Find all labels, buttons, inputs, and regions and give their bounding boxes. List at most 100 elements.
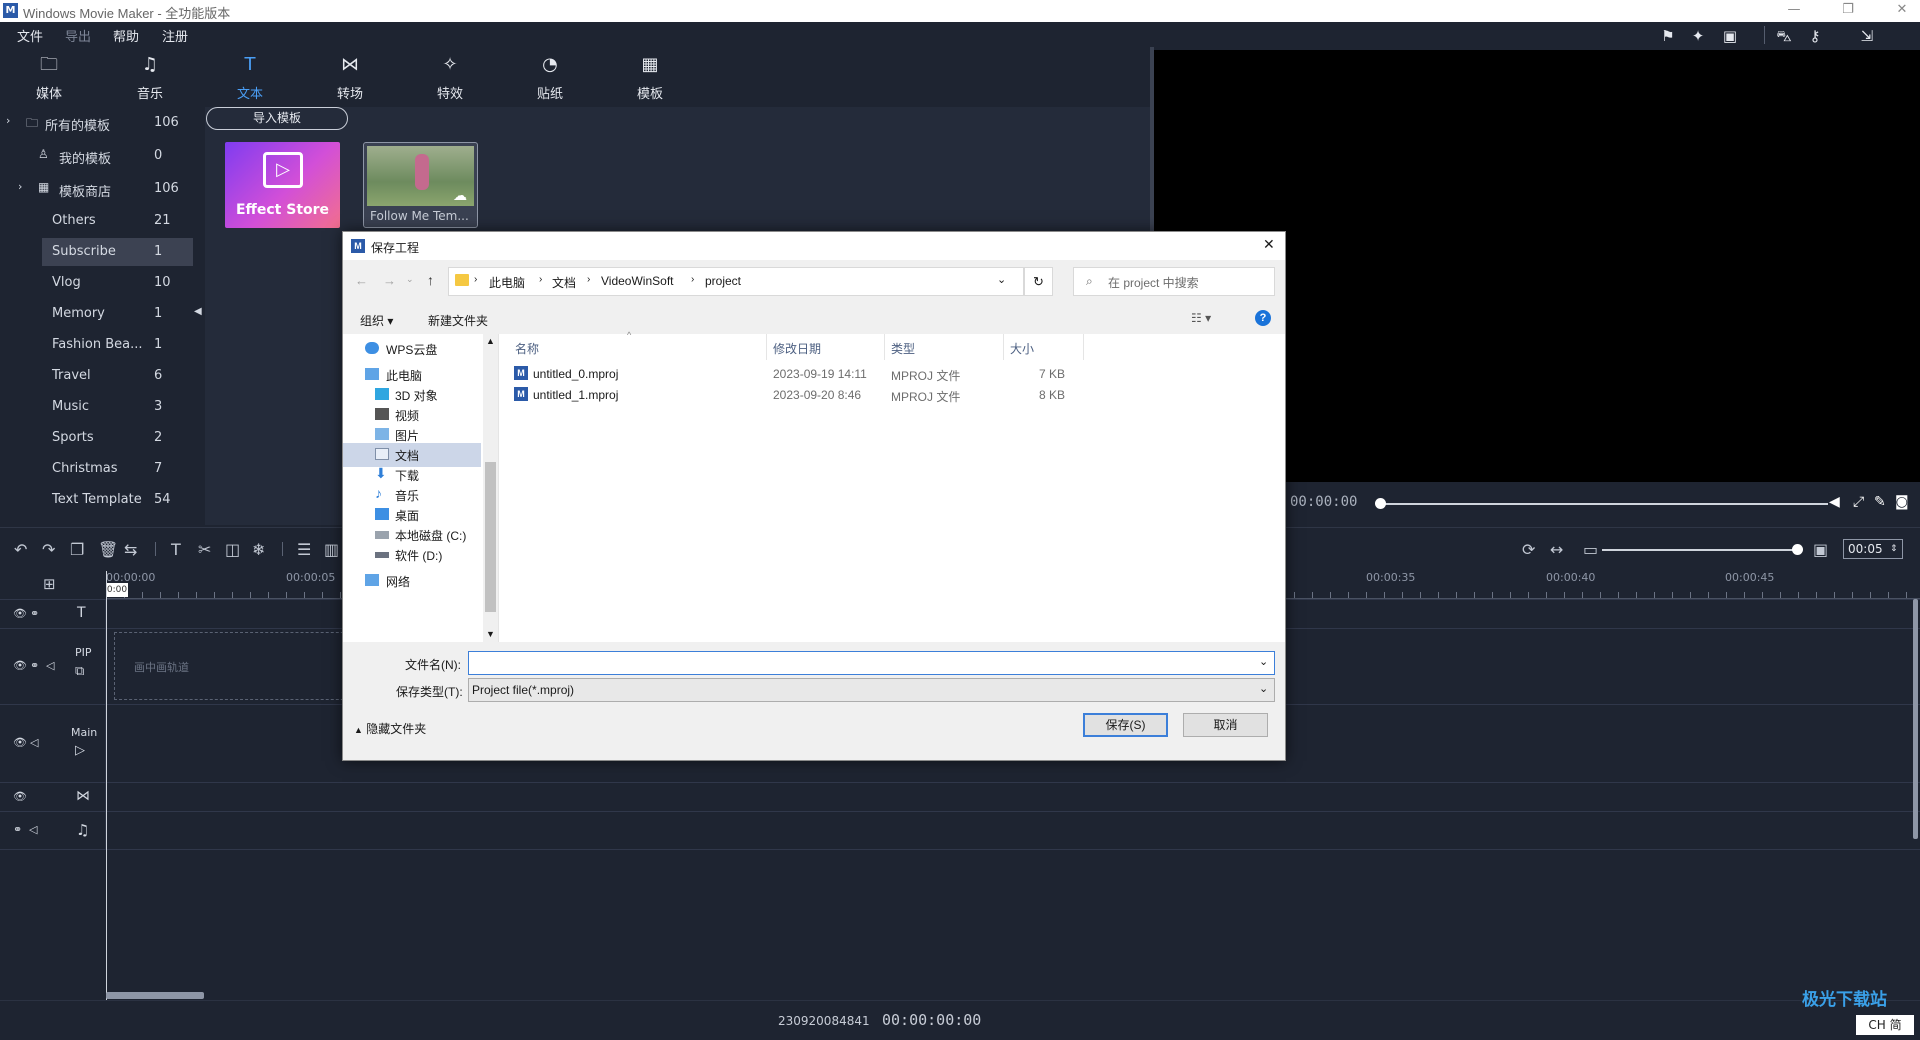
brush-icon[interactable]: ✎ — [1874, 494, 1886, 510]
delete-icon[interactable]: 🗑 — [98, 540, 118, 559]
nav-item-wps-cloud[interactable]: WPS云盘 — [343, 337, 481, 361]
snapshot-icon[interactable]: ◙ — [1895, 494, 1909, 510]
fullscreen-icon[interactable]: ⤢ — [1853, 494, 1864, 510]
speaker-icon[interactable]: ◁ — [30, 736, 38, 749]
dialog-close-button[interactable]: ✕ — [1263, 236, 1275, 253]
sidebar-item-text-template[interactable]: Text Template 54 — [0, 486, 205, 514]
menu-register[interactable]: 注册 — [162, 26, 188, 45]
hide-folders-toggle[interactable]: ▲ 隐藏文件夹 — [354, 720, 426, 737]
sidebar-item-others[interactable]: Others 21 — [0, 207, 205, 235]
scroll-thumb[interactable] — [485, 462, 496, 612]
forward-arrow-icon[interactable]: → — [383, 273, 396, 288]
tab-music[interactable]: ♫ 音乐 — [115, 47, 185, 107]
cancel-button[interactable]: 取消 — [1183, 713, 1268, 737]
template-card-follow-me[interactable]: ☁ Follow Me Tem... — [363, 142, 478, 228]
key-icon[interactable]: ⚷ — [1805, 27, 1825, 45]
sidebar-item-subscribe[interactable]: Subscribe 1 — [42, 238, 193, 266]
zoom-slider-handle[interactable] — [1792, 544, 1803, 555]
menu-help[interactable]: 帮助 — [113, 26, 139, 45]
filename-dropdown-icon[interactable]: ⌄ — [1259, 655, 1268, 668]
flag-icon[interactable]: ⚑ — [1658, 27, 1678, 45]
sidebar-item-my-templates[interactable]: ♙ 我的模板 0 — [0, 142, 205, 170]
help-icon[interactable]: ? — [1255, 310, 1271, 326]
playhead-line[interactable] — [106, 571, 107, 1000]
filename-input[interactable]: ⌄ — [468, 651, 1275, 675]
fit-width-icon[interactable]: ↔ — [1550, 540, 1563, 559]
recent-dropdown-icon[interactable]: ⌄ — [406, 274, 414, 285]
speaker-icon[interactable]: ◁ — [46, 659, 54, 672]
link-icon[interactable]: ⚭ — [30, 659, 39, 672]
collapse-arrow-icon[interactable]: ◀ — [194, 306, 202, 317]
minimize-button[interactable]: — — [1784, 2, 1804, 17]
undo-icon[interactable]: ↶ — [14, 540, 27, 559]
link-icon[interactable]: ⚭ — [30, 607, 39, 620]
tab-sticker[interactable]: ◔ 贴纸 — [515, 47, 585, 107]
search-box[interactable]: ⌕ 在 project 中搜索 — [1073, 267, 1275, 296]
replace-icon[interactable]: ⇆ — [124, 540, 137, 559]
ime-indicator[interactable]: CH 简 — [1856, 1015, 1914, 1035]
nav-scrollbar[interactable]: ▲ ▼ — [483, 334, 498, 642]
view-options-icon[interactable]: ☷ ▾ — [1191, 311, 1211, 325]
restore-button[interactable]: ❐ — [1838, 2, 1858, 17]
add-track-icon[interactable]: ⊞ — [43, 575, 56, 593]
filetype-select[interactable]: Project file(*.mproj) ⌄ — [468, 678, 1275, 702]
menu-file[interactable]: 文件 — [17, 26, 43, 45]
address-dropdown-icon[interactable]: ⌄ — [997, 273, 1006, 286]
up-arrow-icon[interactable]: ↑ — [427, 272, 434, 288]
eye-icon[interactable]: 👁 — [13, 790, 27, 803]
list-icon[interactable]: ☰ — [297, 540, 311, 559]
stepper-arrows-icon[interactable]: ⇕ — [1890, 540, 1898, 558]
horizontal-scrollbar[interactable] — [106, 992, 204, 999]
save-icon[interactable]: ▣ — [1720, 27, 1740, 45]
column-header-type[interactable]: 类型 — [885, 334, 1004, 360]
star-icon[interactable]: ✦ — [1688, 27, 1708, 45]
sidebar-item-fashion[interactable]: Fashion Bea... 1 — [0, 331, 205, 359]
tab-effects[interactable]: ✧ 特效 — [415, 47, 485, 107]
nav-item-network[interactable]: 网络 — [343, 569, 481, 593]
save-button[interactable]: 保存(S) — [1083, 713, 1168, 737]
split-icon[interactable]: ◫ — [225, 540, 240, 559]
zoom-slider[interactable] — [1602, 549, 1798, 551]
zoom-in-icon[interactable]: ▣ — [1813, 540, 1828, 559]
file-row[interactable]: M untitled_1.mproj 2023-09-20 8:46 MPROJ… — [509, 385, 1109, 405]
template-card-effect-store[interactable]: ▷ Effect Store — [225, 142, 340, 228]
breadcrumb-documents[interactable]: 文档 — [552, 274, 576, 291]
copy-icon[interactable]: ❐ — [70, 540, 84, 559]
close-button[interactable]: ✕ — [1892, 2, 1912, 17]
back-arrow-icon[interactable]: ← — [355, 273, 368, 288]
redo-icon[interactable]: ↷ — [42, 540, 55, 559]
import-template-button[interactable]: 导入模板 — [206, 107, 348, 130]
link-icon[interactable]: ⚭ — [13, 823, 22, 836]
playhead-marker[interactable]: 0:00 — [106, 583, 128, 597]
sidebar-item-template-store[interactable]: › ▦ 模板商店 106 — [0, 175, 205, 203]
add-text-icon[interactable]: T — [171, 540, 181, 559]
breadcrumb-this-pc[interactable]: 此电脑 — [489, 274, 525, 291]
column-header-size[interactable]: 大小 — [1004, 334, 1084, 360]
sidebar-item-all-templates[interactable]: › 🗀 所有的模板 106 — [0, 109, 205, 137]
refresh-button[interactable]: ↻ — [1024, 267, 1053, 296]
breadcrumb-project[interactable]: project — [705, 274, 741, 288]
address-bar[interactable]: › 此电脑 › 文档 › VideoWinSoft › project ⌄ — [448, 267, 1024, 296]
sidebar-item-vlog[interactable]: Vlog 10 — [0, 269, 205, 297]
aspect-ratio-icon[interactable]: ⇲ — [1857, 27, 1877, 45]
tab-text[interactable]: T 文本 — [215, 47, 285, 107]
sidebar-item-memory[interactable]: Memory 1 ◀ — [0, 300, 205, 328]
menu-export[interactable]: 导出 — [65, 26, 91, 45]
pip-drop-zone[interactable]: 画中画轨道 — [114, 632, 364, 700]
sidebar-item-travel[interactable]: Travel 6 — [0, 362, 205, 390]
scroll-up-icon[interactable]: ▲ — [486, 336, 495, 346]
breadcrumb-videowinsoft[interactable]: VideoWinSoft — [601, 274, 674, 288]
tab-template[interactable]: ▦ 模板 — [615, 47, 685, 107]
cart-icon[interactable]: ⛍ — [1774, 27, 1794, 47]
freeze-icon[interactable]: ❄ — [252, 540, 265, 559]
filetype-dropdown-icon[interactable]: ⌄ — [1259, 682, 1268, 695]
organize-button[interactable]: 组织 ▾ — [360, 312, 393, 329]
sidebar-item-music[interactable]: Music 3 — [0, 393, 205, 421]
rotate-icon[interactable]: ⟳ — [1522, 540, 1535, 559]
eye-icon[interactable]: 👁 — [13, 607, 27, 620]
column-header-date[interactable]: 修改日期 — [767, 334, 885, 360]
eye-icon[interactable]: 👁 — [13, 736, 27, 749]
new-folder-button[interactable]: 新建文件夹 — [428, 312, 488, 329]
tab-transition[interactable]: ⋈ 转场 — [315, 47, 385, 107]
vertical-scrollbar[interactable] — [1913, 599, 1918, 839]
